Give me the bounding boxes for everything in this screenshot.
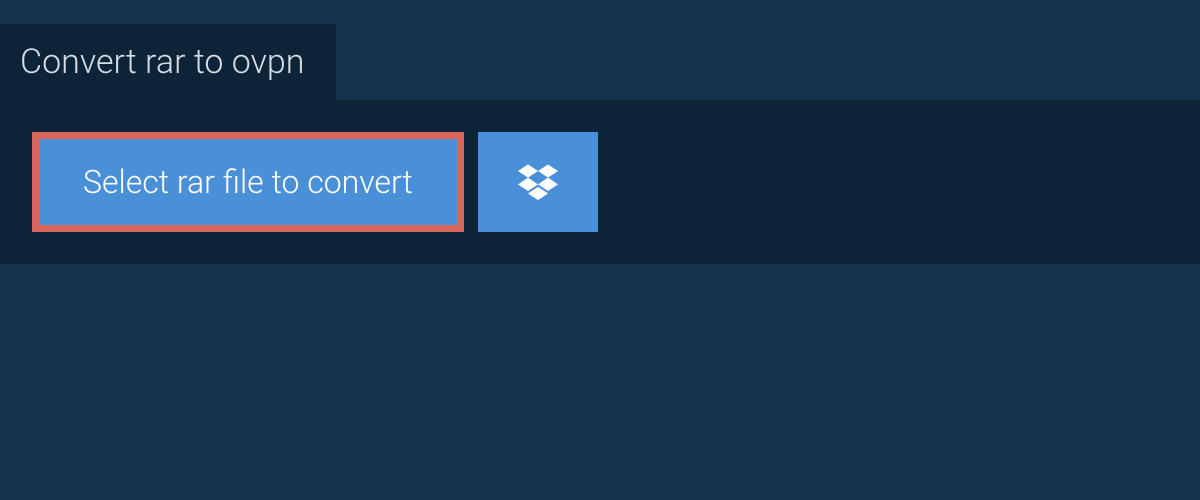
select-file-label: Select rar file to convert	[83, 163, 413, 201]
tab-title-text: Convert rar to ovpn	[20, 42, 304, 82]
select-file-button[interactable]: Select rar file to convert	[32, 132, 464, 232]
dropbox-icon	[518, 161, 558, 204]
dropbox-button[interactable]	[478, 132, 598, 232]
tab-title: Convert rar to ovpn	[0, 24, 336, 100]
action-row: Select rar file to convert	[0, 100, 1200, 264]
